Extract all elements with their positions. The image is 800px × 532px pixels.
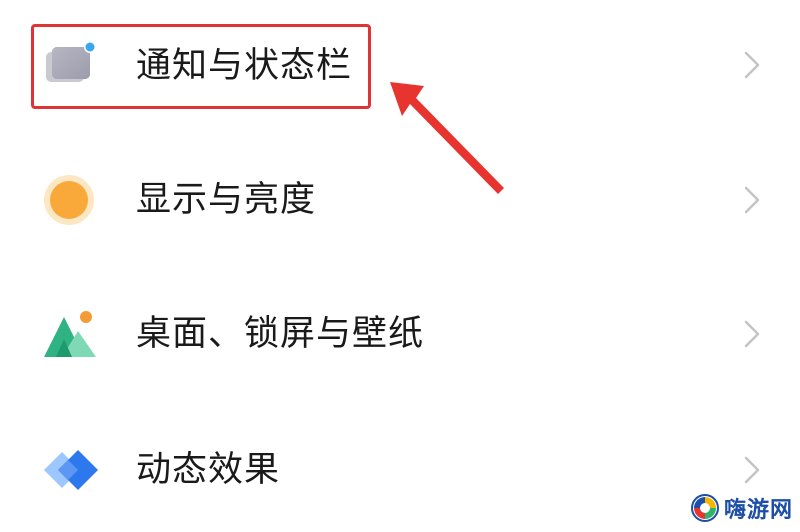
settings-item-desktop-lockscreen-wallpaper[interactable]: 桌面、锁屏与壁纸	[0, 278, 800, 388]
settings-item-motion-effects[interactable]: 动态效果	[0, 414, 800, 524]
site-logo-icon	[691, 494, 719, 522]
settings-screen: 通知与状态栏 显示与亮度 桌面、锁屏与壁纸 动态效果 嗨游网	[0, 0, 800, 532]
chevron-right-icon	[744, 456, 760, 484]
chevron-right-icon	[744, 320, 760, 348]
diamond-layers-icon	[44, 450, 98, 490]
settings-item-label: 显示与亮度	[136, 180, 317, 220]
chevron-right-icon	[744, 51, 760, 79]
chevron-right-icon	[744, 186, 760, 214]
settings-item-label: 动态效果	[136, 450, 281, 490]
mountain-wallpaper-icon	[44, 311, 96, 357]
red-arrow-annotation	[390, 82, 504, 194]
watermark: 嗨游网	[690, 490, 796, 526]
sun-icon	[44, 175, 94, 225]
settings-item-label: 桌面、锁屏与壁纸	[136, 314, 425, 354]
watermark-text: 嗨游网	[724, 498, 794, 523]
highlight-box-annotation	[31, 24, 371, 109]
